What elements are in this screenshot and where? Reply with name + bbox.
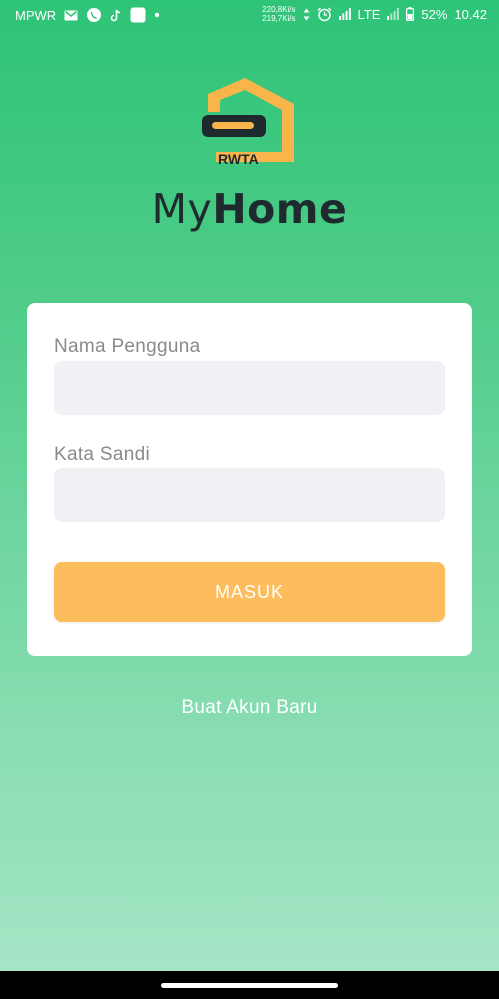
- signal-icon-2: [387, 8, 400, 20]
- clock: 10.42: [454, 6, 487, 22]
- network-speed: 220,8Ki/s 219,7Ki/s: [262, 5, 295, 23]
- signal-icon: [338, 8, 351, 20]
- app-logo: RWTA: [198, 72, 302, 172]
- net-down-label: 219,7Ki/s: [262, 14, 296, 23]
- app-title-bold: Home: [212, 185, 348, 233]
- app-icon: [130, 7, 146, 23]
- app-title: MyHome: [0, 185, 499, 233]
- battery-percent: 52%: [421, 6, 448, 22]
- net-up-label: 220,8Ki/s: [262, 5, 296, 14]
- status-bar: MPWR 220,8Ki/s 219,7Ki/s LTE 52% 10.42: [0, 0, 499, 30]
- username-input[interactable]: [54, 361, 445, 415]
- username-label: Nama Pengguna: [54, 336, 201, 357]
- app-title-light: My: [151, 185, 213, 233]
- tiktok-icon: [110, 9, 122, 22]
- status-right: 220,8Ki/s 219,7Ki/s LTE 52% 10.42: [262, 5, 487, 23]
- battery-icon: [406, 7, 415, 21]
- data-arrows-icon: [303, 8, 310, 21]
- login-card: Nama Pengguna Kata Sandi MASUK: [27, 303, 472, 656]
- whatsapp-icon: [86, 7, 102, 23]
- home-gesture-handle[interactable]: [161, 983, 338, 988]
- logo-badge-text: RWTA: [218, 151, 259, 167]
- status-left: MPWR: [15, 7, 160, 23]
- alarm-icon: [317, 7, 332, 22]
- network-type: LTE: [357, 6, 381, 22]
- carrier-label: MPWR: [15, 7, 57, 23]
- dot-icon: [154, 12, 160, 18]
- create-account-link[interactable]: Buat Akun Baru: [0, 697, 499, 719]
- password-label: Kata Sandi: [54, 444, 150, 465]
- login-button[interactable]: MASUK: [54, 562, 445, 622]
- system-nav-bar: [0, 971, 499, 999]
- gmail-icon: [64, 10, 78, 21]
- password-input[interactable]: [54, 468, 445, 522]
- house-logo-icon: RWTA: [202, 78, 294, 167]
